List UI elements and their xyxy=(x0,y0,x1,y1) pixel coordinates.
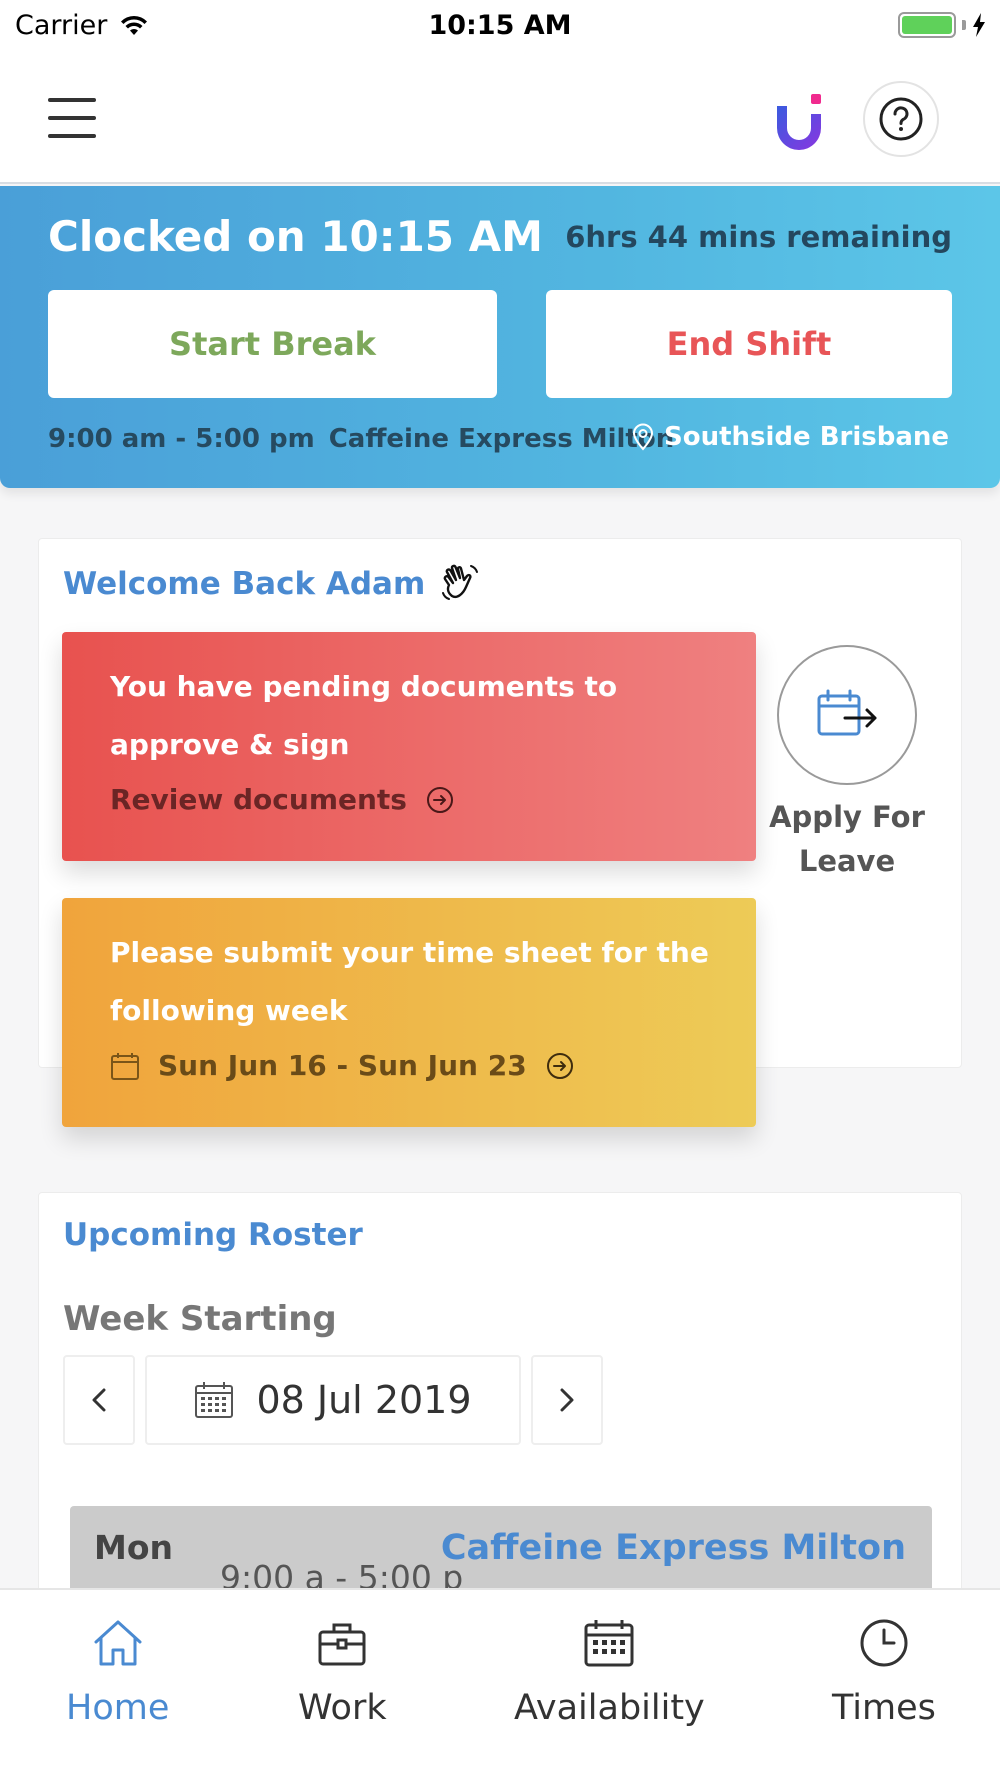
clocked-on-time: 10:15 AM xyxy=(320,212,543,261)
chevron-right-icon xyxy=(560,1388,574,1412)
clocked-on-title: Clocked on 10:15 AM xyxy=(48,212,543,261)
week-date-value: 08 Jul 2019 xyxy=(256,1378,472,1422)
calendar-small-icon xyxy=(111,1052,139,1080)
timesheet-week-link[interactable]: Sun Jun 16 - Sun Jun 23 xyxy=(110,1049,575,1082)
welcome-title-text: Welcome Back Adam xyxy=(63,566,426,602)
help-icon xyxy=(879,97,923,141)
timesheet-text: Please submit your time sheet for the fo… xyxy=(110,936,709,1027)
waving-hand-icon xyxy=(442,564,479,600)
battery-indicator xyxy=(898,12,986,38)
shift-hours: 9:00 am - 5:00 pm xyxy=(48,424,315,454)
arrow-circle-right-icon xyxy=(546,1052,573,1079)
calendar-grid-icon xyxy=(195,1382,234,1418)
tab-availability[interactable]: Availability xyxy=(514,1618,705,1728)
app-header xyxy=(0,50,1000,184)
pending-documents-text: You have pending documents to approve & … xyxy=(110,670,618,761)
end-shift-button[interactable]: End Shift xyxy=(546,290,952,398)
briefcase-icon xyxy=(318,1623,366,1666)
chevron-left-icon xyxy=(92,1388,106,1412)
help-button[interactable] xyxy=(863,81,939,157)
tab-home-label: Home xyxy=(66,1688,170,1728)
status-bar: Carrier 10:15 AM xyxy=(0,0,1000,50)
status-time: 10:15 AM xyxy=(428,10,572,41)
bottom-tab-bar: Home Work Availability Times xyxy=(0,1588,1000,1778)
timesheet-alert[interactable]: Please submit your time sheet for the fo… xyxy=(62,898,756,1127)
shift-location-label: Southside Brisbane xyxy=(664,422,950,452)
tab-work[interactable]: Work xyxy=(298,1618,387,1728)
start-break-button[interactable]: Start Break xyxy=(48,290,497,398)
battery-icon xyxy=(898,12,956,38)
shift-info: 9:00 am - 5:00 pm Caffeine Express Milto… xyxy=(48,424,674,454)
welcome-title: Welcome Back Adam xyxy=(63,563,481,605)
pending-documents-alert[interactable]: You have pending documents to approve & … xyxy=(62,632,756,861)
time-remaining: 6hrs 44 mins remaining xyxy=(565,220,952,254)
apply-leave-button[interactable] xyxy=(777,645,917,785)
clocked-on-prefix: Clocked on xyxy=(48,212,306,261)
shift-venue: Caffeine Express Milton xyxy=(328,424,675,454)
tab-home[interactable]: Home xyxy=(66,1618,169,1728)
timesheet-week-label: Sun Jun 16 - Sun Jun 23 xyxy=(158,1049,527,1082)
week-date-picker[interactable]: 08 Jul 2019 xyxy=(145,1355,521,1445)
charging-bolt-icon xyxy=(973,13,985,37)
week-starting-label: Week Starting xyxy=(63,1299,337,1339)
apply-leave-label: Apply For Leave xyxy=(769,800,925,878)
location-pin-icon xyxy=(632,423,654,451)
clock-icon xyxy=(860,1619,908,1667)
tab-times-label: Times xyxy=(832,1688,936,1728)
review-documents-link[interactable]: Review documents xyxy=(110,783,455,816)
calendar-icon xyxy=(584,1620,634,1667)
menu-icon[interactable] xyxy=(48,98,96,138)
upcoming-roster-title: Upcoming Roster xyxy=(63,1217,363,1253)
roster-venue: Caffeine Express Milton xyxy=(440,1528,906,1568)
next-week-button[interactable] xyxy=(531,1355,603,1445)
brand-logo xyxy=(777,94,821,150)
shift-location: Southside Brisbane xyxy=(632,422,949,452)
roster-day: Mon xyxy=(94,1528,174,1567)
tab-work-label: Work xyxy=(298,1688,387,1728)
review-documents-label: Review documents xyxy=(110,783,407,816)
previous-week-button[interactable] xyxy=(63,1355,135,1445)
clock-banner: Clocked on 10:15 AM 6hrs 44 mins remaini… xyxy=(0,186,1000,488)
arrow-circle-right-icon xyxy=(426,786,453,813)
tab-availability-label: Availability xyxy=(514,1688,705,1728)
home-icon xyxy=(94,1620,142,1666)
tab-times[interactable]: Times xyxy=(832,1618,936,1728)
calendar-leave-icon xyxy=(817,689,877,736)
